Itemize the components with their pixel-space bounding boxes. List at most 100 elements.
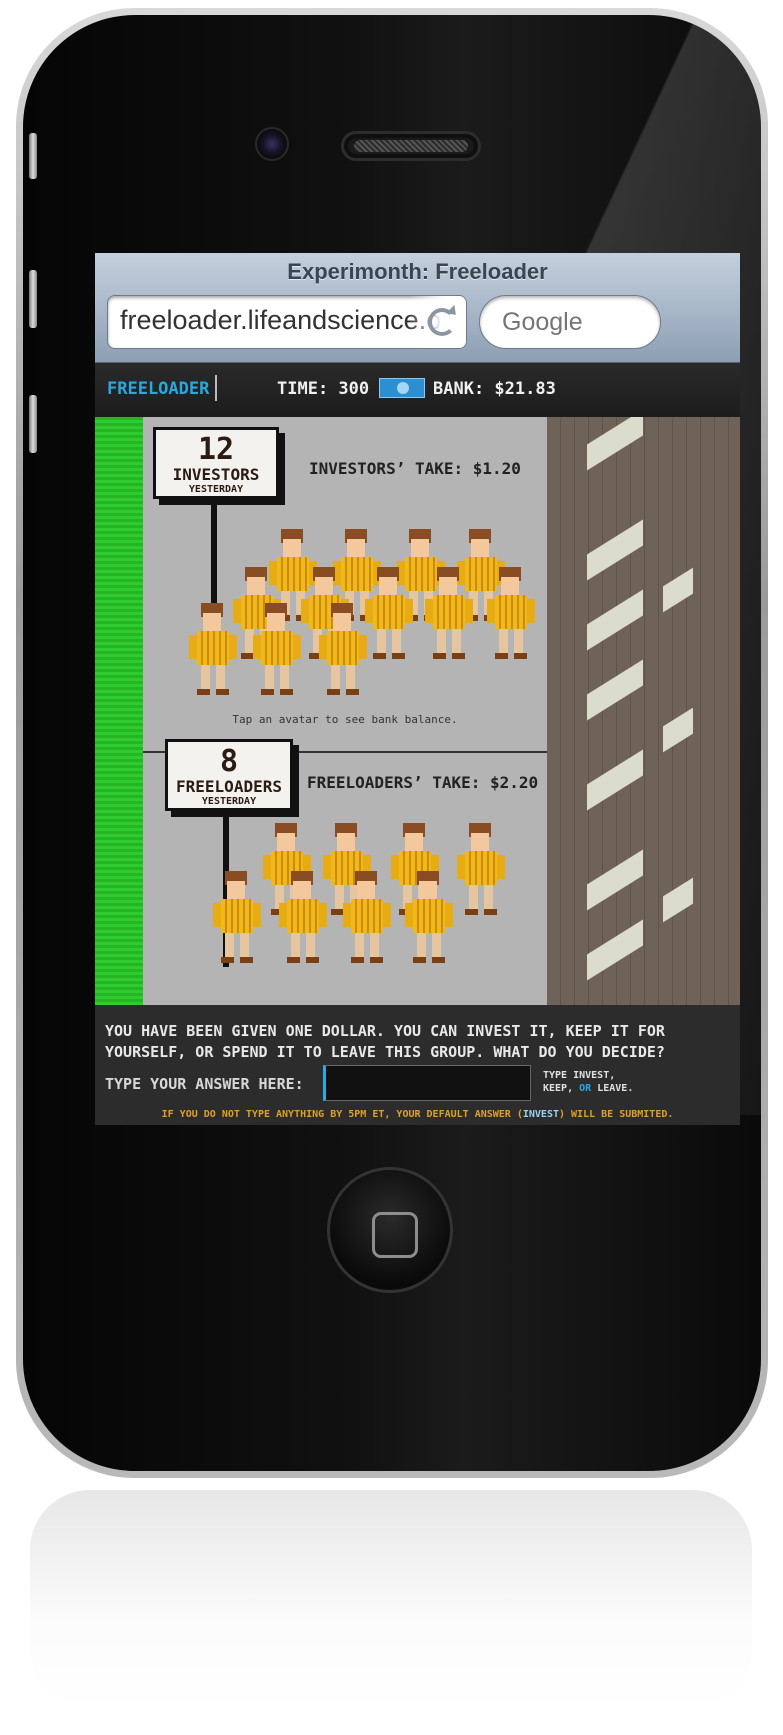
dollar-bill-icon bbox=[379, 378, 425, 398]
answer-hint: TYPE INVEST, KEEP, OR LEAVE. bbox=[543, 1069, 733, 1095]
avatar-part bbox=[405, 599, 413, 623]
answer-hint-line1: TYPE INVEST, bbox=[543, 1070, 616, 1081]
freeloaders-label: FREELOADERS bbox=[176, 777, 282, 796]
avatar-part bbox=[437, 629, 461, 655]
avatar-part bbox=[527, 599, 535, 623]
avatar-part bbox=[379, 577, 397, 595]
avatar[interactable] bbox=[457, 823, 505, 917]
avatar-part bbox=[201, 665, 225, 691]
avatar-part bbox=[383, 903, 391, 927]
deadline-pre: IF YOU DO NOT TYPE ANYTHING BY 5PM ET, Y… bbox=[161, 1109, 523, 1120]
avatar-part bbox=[469, 885, 493, 911]
play-field: 12 INVESTORS YESTERDAY INVESTORS’ TAKE: … bbox=[143, 417, 547, 1005]
avatar-part bbox=[471, 833, 489, 851]
avatar-part bbox=[283, 539, 301, 557]
building-window bbox=[587, 417, 643, 471]
avatar-part bbox=[315, 577, 333, 595]
avatar-part bbox=[419, 881, 437, 899]
question-panel: YOU HAVE BEEN GIVEN ONE DOLLAR. YOU CAN … bbox=[95, 1005, 740, 1125]
investors-take: INVESTORS’ TAKE: $1.20 bbox=[309, 459, 521, 478]
avatar[interactable] bbox=[343, 871, 391, 965]
avatar-part bbox=[229, 635, 237, 659]
building-facade bbox=[547, 417, 740, 1005]
avatar-part bbox=[465, 599, 473, 623]
avatar-part bbox=[319, 635, 327, 659]
avatar-part bbox=[327, 689, 359, 695]
game-header: FREELOADER TIME: 300 BANK: $21.83 bbox=[95, 363, 740, 417]
avatar-part bbox=[405, 833, 423, 851]
url-field[interactable]: freeloader.lifeandscience.org bbox=[107, 295, 467, 349]
avatar[interactable] bbox=[319, 603, 367, 697]
building-window bbox=[587, 919, 643, 981]
grass-strip bbox=[95, 417, 143, 1005]
front-camera-icon bbox=[255, 127, 289, 161]
avatar-part bbox=[377, 629, 401, 655]
building-window bbox=[587, 589, 643, 651]
avatar-part bbox=[253, 635, 261, 659]
answer-hint-keep: KEEP, bbox=[543, 1083, 574, 1094]
avatar-part bbox=[465, 909, 497, 915]
phone-bezel: Experimonth: Freeloader freeloader.lifea… bbox=[23, 15, 761, 1471]
home-button-icon[interactable] bbox=[327, 1167, 453, 1293]
phone-device: Experimonth: Freeloader freeloader.lifea… bbox=[16, 8, 768, 1478]
time-counter: TIME: 300 bbox=[277, 379, 370, 399]
answer-hint-leave: LEAVE. bbox=[597, 1083, 634, 1094]
avatar-part bbox=[337, 833, 355, 851]
avatar[interactable] bbox=[405, 871, 453, 965]
page-title: Experimonth: Freeloader bbox=[287, 259, 548, 284]
avatar-part bbox=[439, 577, 457, 595]
safari-toolbar: Experimonth: Freeloader freeloader.lifea… bbox=[95, 253, 740, 363]
brand-separator bbox=[215, 375, 217, 401]
avatar-part bbox=[279, 903, 287, 927]
avatar-part bbox=[495, 653, 527, 659]
question-text: YOU HAVE BEEN GIVEN ONE DOLLAR. YOU CAN … bbox=[105, 1022, 665, 1061]
avatar[interactable] bbox=[425, 567, 473, 661]
avatar-part bbox=[487, 599, 495, 623]
avatar-part bbox=[301, 599, 309, 623]
avatar-part bbox=[197, 689, 229, 695]
brand-logo[interactable]: FREELOADER bbox=[107, 379, 209, 399]
avatar-part bbox=[287, 957, 319, 963]
deadline-notice: IF YOU DO NOT TYPE ANYTHING BY 5PM ET, Y… bbox=[95, 1109, 740, 1120]
avatar-part bbox=[445, 903, 453, 927]
avatar[interactable] bbox=[189, 603, 237, 697]
avatar-part bbox=[391, 855, 399, 879]
volume-up-button bbox=[29, 270, 37, 328]
freeloaders-take: FREELOADERS’ TAKE: $2.20 bbox=[307, 773, 539, 792]
avatar-part bbox=[293, 881, 311, 899]
freeloaders-sub: YESTERDAY bbox=[201, 796, 257, 807]
mute-switch bbox=[29, 133, 37, 179]
avatar-part bbox=[267, 613, 285, 631]
avatar[interactable] bbox=[213, 871, 261, 965]
answer-input[interactable] bbox=[323, 1065, 531, 1101]
avatar-part bbox=[265, 665, 289, 691]
avatar-part bbox=[261, 631, 293, 665]
reload-icon[interactable] bbox=[428, 308, 456, 336]
avatar-part bbox=[359, 635, 367, 659]
avatar-part bbox=[497, 855, 505, 879]
investors-sub: YESTERDAY bbox=[188, 484, 244, 495]
avatar-part bbox=[373, 653, 405, 659]
avatar-part bbox=[213, 903, 221, 927]
avatar-part bbox=[277, 833, 295, 851]
avatar-part bbox=[227, 881, 245, 899]
avatar-part bbox=[319, 903, 327, 927]
avatar-part bbox=[247, 577, 265, 595]
search-input[interactable] bbox=[479, 295, 661, 349]
avatar[interactable] bbox=[487, 567, 535, 661]
bank-balance: BANK: $21.83 bbox=[433, 379, 556, 399]
avatar[interactable] bbox=[365, 567, 413, 661]
building-window bbox=[663, 877, 693, 923]
avatar-part bbox=[417, 933, 441, 959]
avatar-part bbox=[411, 539, 429, 557]
investors-label: INVESTORS bbox=[172, 465, 260, 484]
avatar-part bbox=[203, 613, 221, 631]
answer-label: TYPE YOUR ANSWER HERE: bbox=[105, 1075, 304, 1093]
game-area: FREELOADER TIME: 300 BANK: $21.83 12 INV… bbox=[95, 363, 740, 1125]
avatar[interactable] bbox=[279, 871, 327, 965]
building-window bbox=[663, 707, 693, 753]
avatar-part bbox=[197, 631, 229, 665]
avatar[interactable] bbox=[253, 603, 301, 697]
avatar-part bbox=[287, 899, 319, 933]
avatar-part bbox=[373, 595, 405, 629]
